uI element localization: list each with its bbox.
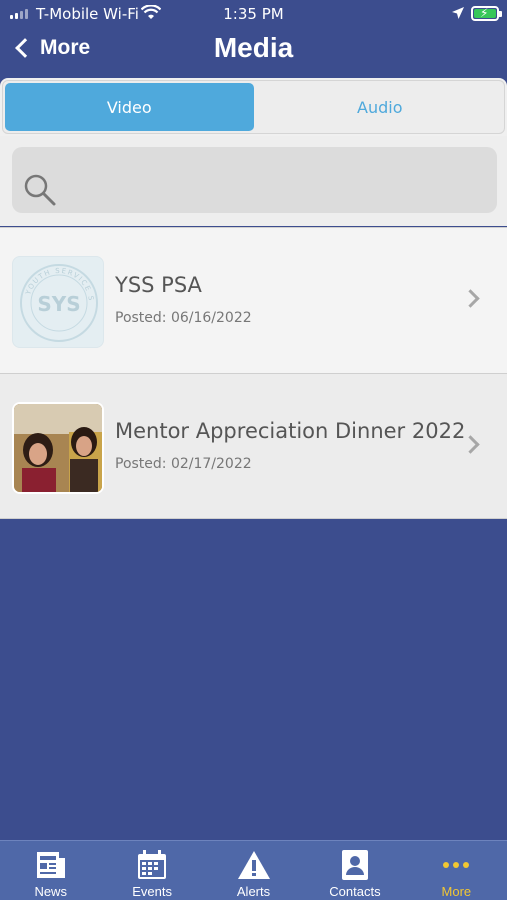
- chevron-right-icon: [461, 289, 480, 308]
- tab-alerts[interactable]: Alerts: [203, 841, 304, 900]
- segment-control-container: Video Audio: [0, 78, 507, 136]
- media-list: YOUTH SERVICE SYSTEM SYS YSS PSA Posted:…: [0, 227, 507, 519]
- tab-label: Contacts: [329, 884, 381, 899]
- media-posted-date: Posted: 02/17/2022: [115, 456, 252, 472]
- search-input[interactable]: [12, 147, 497, 213]
- tab-more[interactable]: More: [406, 841, 507, 900]
- search-area: [0, 136, 507, 226]
- contact-card-icon: [338, 848, 372, 882]
- media-list-item[interactable]: YOUTH SERVICE SYSTEM SYS YSS PSA Posted:…: [0, 227, 507, 373]
- tab-label: Events: [132, 884, 172, 899]
- battery-icon: ⚡: [471, 6, 502, 21]
- segment-video[interactable]: Video: [5, 83, 254, 131]
- location-arrow-icon: [451, 6, 465, 24]
- tab-contacts[interactable]: Contacts: [304, 841, 405, 900]
- event-photo-thumbnail: [12, 402, 104, 494]
- logo-mark: SYS: [37, 292, 80, 316]
- navigation-bar: More Media: [0, 28, 507, 78]
- yss-logo-thumbnail: YOUTH SERVICE SYSTEM SYS: [12, 256, 104, 348]
- page-title: Media: [213, 32, 294, 63]
- warning-icon: [237, 848, 271, 882]
- status-bar: T-Mobile Wi-Fi 1:35 PM ⚡: [0, 0, 507, 28]
- tab-label: More: [441, 884, 472, 899]
- calendar-icon: [135, 848, 169, 882]
- search-icon: [24, 174, 56, 206]
- media-title: Mentor Appreciation Dinner 2022: [115, 419, 466, 443]
- media-list-item[interactable]: Mentor Appreciation Dinner 2022 Posted: …: [0, 373, 507, 519]
- status-time: 1:35 PM: [223, 5, 284, 23]
- more-dots-icon: [439, 848, 473, 882]
- media-posted-date: Posted: 06/16/2022: [115, 310, 252, 326]
- media-type-segmented-control: Video Audio: [2, 80, 505, 134]
- segment-audio[interactable]: Audio: [256, 81, 505, 133]
- tab-bar: News Events Alerts Contacts More: [0, 840, 507, 900]
- tab-label: Alerts: [236, 884, 271, 899]
- tab-news[interactable]: News: [0, 841, 101, 900]
- tab-label: News: [34, 884, 67, 899]
- tab-events[interactable]: Events: [101, 841, 202, 900]
- newspaper-icon: [34, 848, 68, 882]
- media-title: YSS PSA: [115, 273, 202, 297]
